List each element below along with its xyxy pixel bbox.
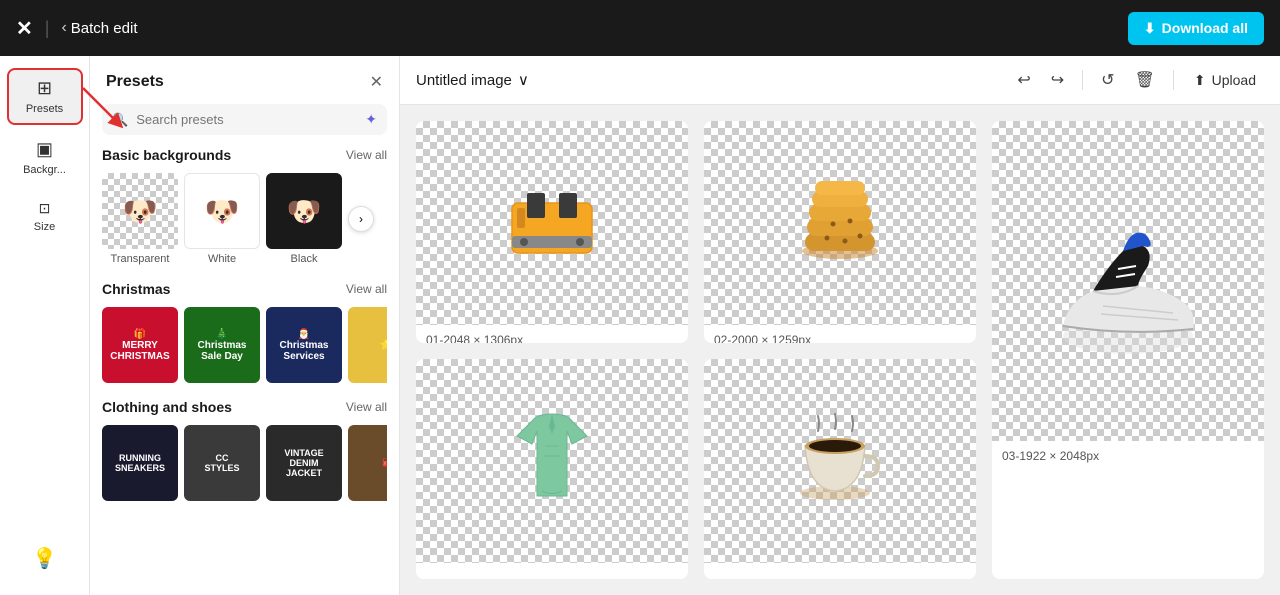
sidebar-item-presets[interactable]: ⊞ Presets [7, 68, 83, 125]
search-bar: 🔍 ✦ [102, 104, 387, 135]
preset-thumb-christmas-4[interactable]: ⭐ [348, 307, 387, 383]
main-layout: ⊞ Presets ▣ Backgr... ⊡ Size 💡 [0, 56, 1280, 595]
image-grid: 01-2048 × 1306px [400, 105, 1280, 595]
image-title-text: Untitled image [416, 72, 512, 89]
toolbar-divider-2 [1173, 70, 1174, 90]
preset-thumb-white[interactable]: 🐶 White [184, 173, 260, 265]
preset-thumb-christmas-3[interactable]: 🎅ChristmasServices [266, 307, 342, 383]
content-header: Untitled image ∨ ↩ ↪ ↺ 🗑 ⬆ Upload [400, 56, 1280, 105]
size-icon: ⊡ [39, 200, 51, 217]
section-title-christmas: Christmas [102, 281, 170, 297]
delete-button[interactable]: 🗑 [1129, 66, 1161, 94]
card-label-05 [704, 563, 976, 579]
preset-thumb-clothing-2[interactable]: CCSTYLES [184, 425, 260, 501]
search-input[interactable] [136, 112, 357, 127]
card-label-01: 01-2048 × 1306px [416, 325, 688, 343]
image-card-01[interactable]: 01-2048 × 1306px [416, 121, 688, 343]
panel-header: Presets ✕ [90, 56, 399, 104]
sidebar-item-backgrounds[interactable]: ▣ Backgr... [7, 129, 83, 186]
sidebar-label-size: Size [34, 221, 55, 233]
image-card-04[interactable] [416, 359, 688, 579]
backgrounds-icon: ▣ [36, 139, 53, 160]
content-area: Untitled image ∨ ↩ ↪ ↺ 🗑 ⬆ Upload [400, 56, 1280, 595]
coffee-illustration [780, 411, 900, 511]
thumb-label-white: White [208, 253, 236, 265]
shirt-illustration [487, 406, 617, 516]
panel-title: Presets [106, 73, 164, 91]
image-card-02[interactable]: 02-2000 × 1259px [704, 121, 976, 343]
preset-thumb-clothing-4[interactable]: 🧣 [348, 425, 387, 501]
preset-section-basic-backgrounds: Basic backgrounds View all 🐶 Transparent… [102, 147, 387, 265]
page-title: Batch edit [71, 20, 138, 37]
image-title-button[interactable]: Untitled image ∨ [416, 71, 529, 89]
card-label-03: 03-1922 × 2048px [992, 441, 1264, 471]
preset-section-christmas: Christmas View all 🎁MERRYCHRISTMAS 🎄Chri… [102, 281, 387, 383]
cookies-illustration [785, 173, 895, 273]
image-card-03[interactable]: 03-1922 × 2048px [992, 121, 1264, 579]
redo-button[interactable]: ↪ [1045, 66, 1070, 94]
loop-button[interactable]: ↺ [1095, 66, 1120, 94]
preset-thumb-transparent[interactable]: 🐶 Transparent [102, 173, 178, 265]
preset-thumb-christmas-2[interactable]: 🎄ChristmasSale Day [184, 307, 260, 383]
logo-icon: ✕ [16, 16, 33, 41]
back-button[interactable]: ‹ [61, 19, 66, 37]
view-all-basic-button[interactable]: View all [346, 148, 387, 162]
section-title-basic: Basic backgrounds [102, 147, 231, 163]
scroll-right-basic-button[interactable]: › [348, 206, 374, 232]
preset-thumb-clothing-3[interactable]: VINTAGEDENIMJACKET [266, 425, 342, 501]
sidebar-item-size[interactable]: ⊡ Size [7, 190, 83, 243]
upload-button[interactable]: ⬆ Upload [1186, 68, 1264, 93]
upload-icon: ⬆ [1194, 72, 1206, 89]
upload-label: Upload [1212, 72, 1256, 88]
section-title-clothing: Clothing and shoes [102, 399, 232, 415]
presets-icon: ⊞ [37, 78, 52, 99]
magic-wand-icon: ✦ [365, 111, 377, 128]
card-label-02: 02-2000 × 1259px [704, 325, 976, 343]
sidebar-label-backgrounds: Backgr... [23, 164, 66, 176]
panel-scroll: Basic backgrounds View all 🐶 Transparent… [90, 147, 399, 595]
sneaker-illustration [1048, 181, 1208, 381]
sidebar-icons: ⊞ Presets ▣ Backgr... ⊡ Size 💡 [0, 56, 90, 595]
image-card-05[interactable] [704, 359, 976, 579]
download-all-button[interactable]: ⬇ Download all [1128, 12, 1264, 45]
close-panel-button[interactable]: ✕ [370, 72, 383, 92]
undo-button[interactable]: ↩ [1011, 66, 1036, 94]
basic-thumbnails: 🐶 Transparent 🐶 White 🐶 [102, 173, 387, 265]
thumb-label-black: Black [291, 253, 318, 265]
dropdown-chevron-icon: ∨ [518, 71, 529, 89]
toaster-illustration [492, 178, 612, 268]
clothing-thumbnails: RUNNINGSNEAKERS CCSTYLES VINTAGEDENIMJAC… [102, 425, 387, 501]
toolbar-divider [1082, 70, 1083, 90]
search-icon: 🔍 [112, 112, 128, 128]
presets-panel: Presets ✕ 🔍 ✦ Basic backgrounds View all… [90, 56, 400, 595]
view-all-christmas-button[interactable]: View all [346, 282, 387, 296]
christmas-thumbnails: 🎁MERRYCHRISTMAS 🎄ChristmasSale Day 🎅Chri… [102, 307, 387, 383]
toolbar-actions: ↩ ↪ ↺ 🗑 ⬆ Upload [1011, 66, 1264, 94]
preset-thumb-clothing-1[interactable]: RUNNINGSNEAKERS [102, 425, 178, 501]
lightbulb-icon[interactable]: 💡 [32, 546, 57, 571]
view-all-clothing-button[interactable]: View all [346, 400, 387, 414]
preset-thumb-christmas-1[interactable]: 🎁MERRYCHRISTMAS [102, 307, 178, 383]
app-header: ✕ | ‹ Batch edit ⬇ Download all [0, 0, 1280, 56]
preset-thumb-black[interactable]: 🐶 Black [266, 173, 342, 265]
header-divider: | [45, 18, 50, 39]
sidebar-label-presets: Presets [26, 103, 63, 115]
download-icon: ⬇ [1144, 20, 1156, 37]
thumb-label-transparent: Transparent [111, 253, 170, 265]
card-label-04 [416, 563, 688, 579]
preset-section-clothing: Clothing and shoes View all RUNNINGSNEAK… [102, 399, 387, 501]
